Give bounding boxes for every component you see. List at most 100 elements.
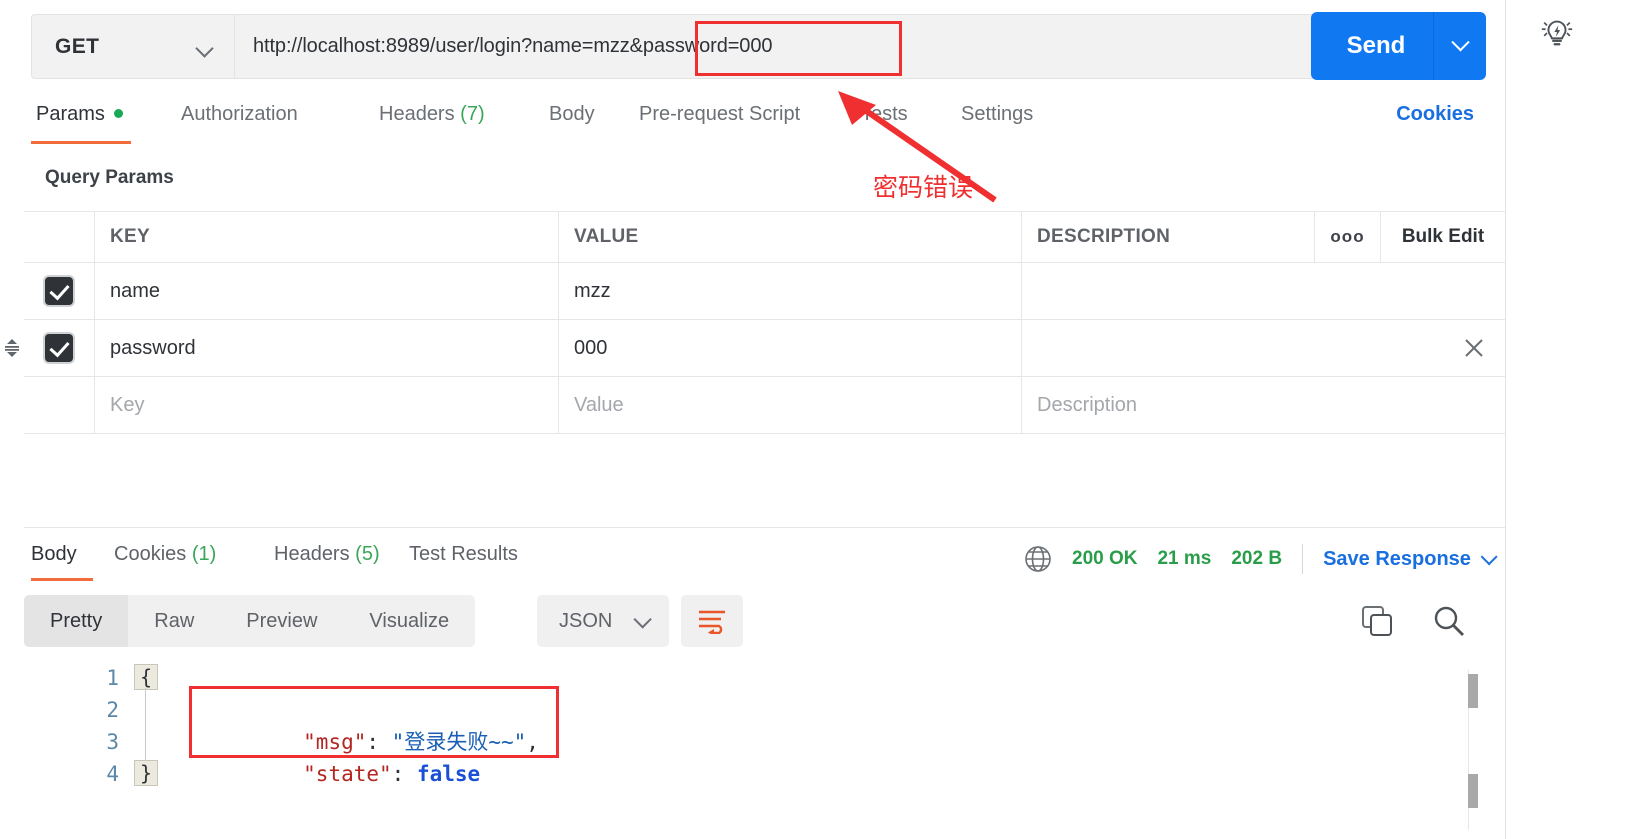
response-tab-test-results[interactable]: Test Results: [409, 543, 518, 566]
row-value-text: mzz: [574, 279, 611, 302]
row-description-cell[interactable]: [1022, 263, 1505, 319]
response-body-viewer[interactable]: 1 2 3 4 { } "msg": "登录失败~~", "state": fa…: [24, 662, 1505, 839]
response-tab-headers[interactable]: Headers (5): [274, 543, 380, 566]
line-number: 2: [106, 698, 119, 722]
http-method-label: GET: [55, 34, 100, 58]
placeholder-checkbox-cell[interactable]: [24, 377, 95, 433]
http-method-select[interactable]: GET: [31, 14, 234, 79]
response-scrollbar-thumb[interactable]: [1468, 674, 1478, 708]
send-dropdown-icon[interactable]: [1434, 32, 1486, 53]
placeholder-key-cell[interactable]: Key: [95, 377, 559, 433]
response-format-toolbar: Pretty Raw Preview Visualize JSON: [24, 595, 1505, 651]
search-icon[interactable]: [1431, 603, 1467, 639]
query-params-title: Query Params: [45, 167, 174, 188]
tab-authorization[interactable]: Authorization: [181, 103, 298, 126]
response-tab-headers-badge: (5): [355, 543, 380, 565]
postman-window: GET http://localhost:8989/user/login?nam…: [0, 0, 1627, 839]
row-key-text: name: [110, 279, 161, 302]
response-tabs: Body Cookies (1) Headers (5) Test Result…: [24, 527, 1505, 581]
cookies-link[interactable]: Cookies: [1396, 103, 1474, 126]
placeholder-description-cell[interactable]: Description: [1022, 377, 1505, 433]
header-check-cell: [24, 212, 95, 262]
response-tab-test-results-label: Test Results: [409, 543, 518, 565]
tab-tests-label: Tests: [861, 103, 908, 125]
fold-marker-close[interactable]: }: [134, 760, 158, 786]
format-tab-visualize[interactable]: Visualize: [343, 595, 475, 647]
tab-body[interactable]: Body: [549, 103, 595, 126]
row-value-cell[interactable]: mzz: [559, 263, 1022, 319]
json-comma: ,: [526, 730, 539, 754]
row-checkbox-cell[interactable]: [5, 320, 95, 376]
row-value-text: 000: [574, 336, 608, 359]
query-params-table: KEY VALUE DESCRIPTION ooo Bulk Edit name…: [5, 211, 1505, 434]
row-value-cell[interactable]: 000: [559, 320, 1022, 376]
json-key-state: "state": [303, 762, 392, 786]
tab-headers[interactable]: Headers (7): [379, 103, 485, 126]
row-key-text: password: [110, 336, 196, 359]
tab-settings-label: Settings: [961, 103, 1034, 125]
table-row[interactable]: name mzz: [24, 263, 1505, 320]
row-checkbox[interactable]: [45, 334, 73, 362]
row-key-cell[interactable]: name: [95, 263, 559, 319]
chevron-down-icon: [633, 609, 653, 629]
globe-icon: [1025, 546, 1051, 572]
tab-authorization-label: Authorization: [181, 103, 298, 125]
column-header-description: DESCRIPTION: [1037, 226, 1171, 247]
table-header-row: KEY VALUE DESCRIPTION ooo Bulk Edit: [24, 212, 1505, 263]
delete-row-icon[interactable]: [1463, 337, 1485, 359]
format-segmented-control: Pretty Raw Preview Visualize: [24, 595, 476, 647]
bulk-edit-button[interactable]: Bulk Edit: [1380, 212, 1505, 262]
status-code: 200 OK: [1072, 548, 1138, 569]
response-tab-body[interactable]: Body: [31, 543, 77, 566]
lightbulb-icon[interactable]: [1538, 14, 1576, 52]
format-tab-pretty[interactable]: Pretty: [24, 595, 129, 647]
word-wrap-button[interactable]: [681, 595, 743, 647]
placeholder-description-text: Description: [1037, 393, 1138, 416]
header-value-cell: VALUE: [559, 212, 1022, 262]
line-number: 4: [106, 762, 119, 786]
table-options-menu-icon[interactable]: ooo: [1314, 212, 1380, 262]
url-text: http://localhost:8989/user/login?name=mz…: [253, 35, 773, 57]
table-placeholder-row[interactable]: Key Value Description: [24, 377, 1505, 434]
placeholder-value-cell[interactable]: Value: [559, 377, 1022, 433]
content-type-label: JSON: [559, 609, 613, 632]
request-tabs: Params Authorization Headers (7) Body Pr…: [31, 103, 1474, 148]
send-button-group: Send: [1311, 12, 1486, 80]
response-tab-headers-label: Headers: [274, 543, 350, 565]
format-tab-raw[interactable]: Raw: [128, 595, 220, 647]
code-line-3: "state": false: [202, 726, 480, 786]
tab-tests[interactable]: Tests: [861, 103, 908, 126]
response-scrollbar-marker[interactable]: [1468, 774, 1478, 808]
send-button[interactable]: Send: [1311, 12, 1486, 80]
tab-settings[interactable]: Settings: [961, 103, 1033, 126]
row-description-cell[interactable]: [1022, 320, 1505, 376]
tab-params[interactable]: Params: [36, 103, 123, 126]
content-type-select[interactable]: JSON: [537, 595, 670, 647]
line-number: 1: [106, 666, 119, 690]
fold-marker-open[interactable]: {: [134, 664, 158, 690]
copy-icon[interactable]: [1359, 603, 1395, 639]
row-key-cell[interactable]: password: [95, 320, 559, 376]
table-row[interactable]: password 000: [5, 320, 1505, 377]
chevron-down-icon: [197, 42, 214, 52]
chevron-down-icon: [1480, 548, 1498, 566]
response-tab-cookies[interactable]: Cookies (1): [114, 543, 216, 566]
tab-pre-request-script-label: Pre-request Script: [639, 103, 801, 125]
response-tab-cookies-badge: (1): [191, 543, 217, 565]
right-sidebar: [1505, 0, 1627, 839]
placeholder-key-text: Key: [110, 393, 145, 416]
url-input[interactable]: http://localhost:8989/user/login?name=mz…: [234, 14, 1474, 79]
column-header-key: KEY: [110, 226, 150, 247]
save-response-button[interactable]: Save Response: [1323, 548, 1498, 571]
header-key-cell: KEY: [95, 212, 559, 262]
format-tab-preview[interactable]: Preview: [220, 595, 343, 647]
response-tab-cookies-label: Cookies: [114, 543, 187, 565]
tab-pre-request-script[interactable]: Pre-request Script: [639, 103, 800, 126]
response-status-bar: 200 OK 21 ms 202 B Save Response: [1024, 544, 1498, 574]
row-checkbox-cell[interactable]: [24, 263, 95, 319]
active-tab-indicator: [31, 141, 131, 144]
drag-handle-icon[interactable]: [2, 338, 22, 358]
row-checkbox[interactable]: [45, 277, 73, 305]
tab-headers-label: Headers: [379, 103, 455, 125]
line-number: 3: [106, 730, 119, 754]
